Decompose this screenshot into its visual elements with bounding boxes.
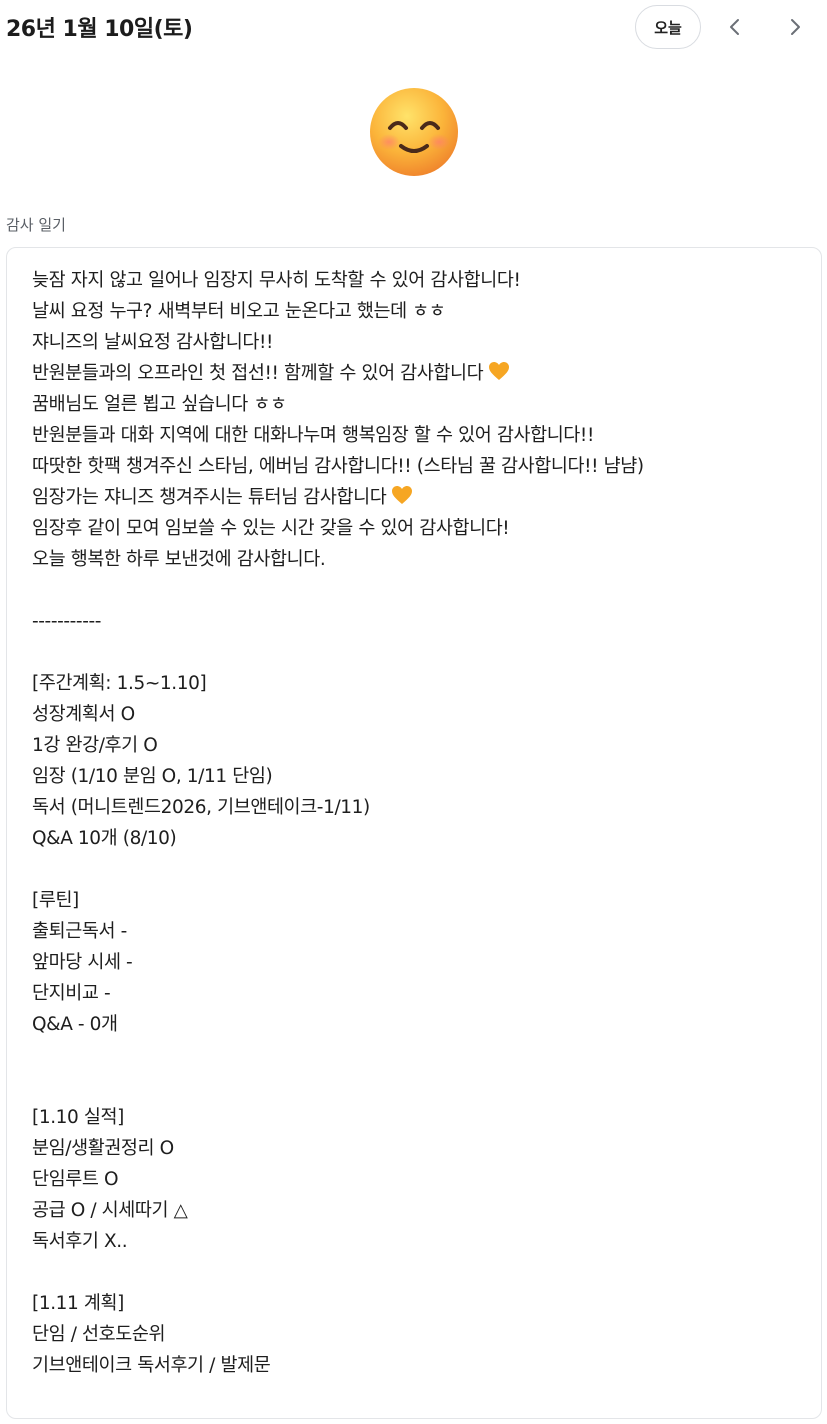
diary-line-text: Q&A - 0개 <box>32 1014 118 1035</box>
date-header: 26년 1월 10일(토) 오늘 <box>0 0 827 56</box>
orange-heart-icon <box>489 362 510 380</box>
smiling-face-icon <box>370 88 458 176</box>
chevron-right-icon <box>791 19 800 35</box>
diary-line: 앞마당 시세 - <box>32 947 811 978</box>
diary-line-text: 앞마당 시세 - <box>32 952 133 973</box>
today-button[interactable]: 오늘 <box>635 5 701 49</box>
diary-line: 임장후 같이 모여 임보쓸 수 있는 시간 갖을 수 있어 감사합니다! <box>32 513 811 544</box>
diary-line: 단임루트 O <box>32 1164 811 1195</box>
diary-line: [1.10 실적] <box>32 1102 811 1133</box>
diary-line-text: 분임/생활권정리 O <box>32 1138 174 1159</box>
mood-emoji[interactable] <box>368 86 460 178</box>
diary-line: 출퇴근독서 - <box>32 916 811 947</box>
diary-entry-box[interactable]: 늦잠 자지 않고 일어나 임장지 무사히 도착할 수 있어 감사합니다! 날씨 요… <box>6 247 822 1419</box>
next-day-button[interactable] <box>775 7 815 47</box>
diary-line: 반원분들과 대화 지역에 대한 대화나누며 행복임장 할 수 있어 감사합니다!… <box>32 420 811 451</box>
diary-line-text: 꿈배님도 얼른 뵙고 싶습니다 ㅎㅎ <box>32 394 287 415</box>
diary-line <box>32 854 811 885</box>
diary-line: 따땃한 핫팩 챙겨주신 스타님, 에버님 감사합니다!! (스타님 꿀 감사합니… <box>32 451 811 482</box>
diary-line-text: 공급 O / 시세따기 △ <box>32 1200 188 1221</box>
diary-line: 날씨 요정 누구? 새벽부터 비오고 눈온다고 했는데 ㅎㅎ <box>32 296 811 327</box>
diary-line-text: 독서 (머니트렌드2026, 기브앤테이크-1/11) <box>32 797 370 818</box>
diary-line: 기브앤테이크 독서후기 / 발제문 <box>32 1350 811 1381</box>
diary-line <box>32 1040 811 1071</box>
diary-line: Q&A 10개 (8/10) <box>32 823 811 854</box>
prev-day-button[interactable] <box>715 7 755 47</box>
diary-line <box>32 575 811 606</box>
page-title: 26년 1월 10일(토) <box>6 17 193 42</box>
diary-line: 단지비교 - <box>32 978 811 1009</box>
diary-line-text: 임장 (1/10 분임 O, 1/11 단임) <box>32 766 273 787</box>
diary-line-text: 1강 완강/후기 O <box>32 735 158 756</box>
diary-line-text: 날씨 요정 누구? 새벽부터 비오고 눈온다고 했는데 ㅎㅎ <box>32 301 446 322</box>
diary-line-text: 늦잠 자지 않고 일어나 임장지 무사히 도착할 수 있어 감사합니다! <box>32 270 521 291</box>
diary-line: [주간계획: 1.5~1.10] <box>32 668 811 699</box>
diary-line-text: 쟈니즈의 날씨요정 감사합니다!! <box>32 332 274 353</box>
diary-line-text: ----------- <box>32 611 102 632</box>
diary-line-text: 반원분들과 대화 지역에 대한 대화나누며 행복임장 할 수 있어 감사합니다!… <box>32 425 594 446</box>
diary-line-text: 단임루트 O <box>32 1169 119 1190</box>
diary-line-text: [주간계획: 1.5~1.10] <box>32 673 207 694</box>
diary-line: ----------- <box>32 606 811 637</box>
diary-line-text: 성장계획서 O <box>32 704 135 725</box>
diary-line-text: 임장가는 쟈니즈 챙겨주시는 튜터님 감사합니다 <box>32 487 387 508</box>
diary-line: 독서 (머니트렌드2026, 기브앤테이크-1/11) <box>32 792 811 823</box>
diary-line-text: 임장후 같이 모여 임보쓸 수 있는 시간 갖을 수 있어 감사합니다! <box>32 518 510 539</box>
orange-heart-icon <box>392 486 413 504</box>
diary-line-text: 단지비교 - <box>32 983 111 1004</box>
diary-line-text: 기브앤테이크 독서후기 / 발제문 <box>32 1355 271 1376</box>
diary-line: [루틴] <box>32 885 811 916</box>
diary-line: 독서후기 X.. <box>32 1226 811 1257</box>
diary-line-text: 오늘 행복한 하루 보낸것에 감사합니다. <box>32 549 326 570</box>
diary-line <box>32 1071 811 1102</box>
diary-line: [1.11 계획] <box>32 1288 811 1319</box>
diary-line: 분임/생활권정리 O <box>32 1133 811 1164</box>
diary-line-text: Q&A 10개 (8/10) <box>32 828 177 849</box>
diary-line <box>32 637 811 668</box>
diary-entry-text: 늦잠 자지 않고 일어나 임장지 무사히 도착할 수 있어 감사합니다! 날씨 요… <box>32 265 811 1381</box>
diary-line-text: 반원분들과의 오프라인 첫 접선!! 함께할 수 있어 감사합니다 <box>32 363 484 384</box>
diary-line-text: [1.11 계획] <box>32 1293 124 1314</box>
chevron-left-icon <box>730 19 739 35</box>
diary-line <box>32 1257 811 1288</box>
diary-line-text: [1.10 실적] <box>32 1107 124 1128</box>
diary-line: 늦잠 자지 않고 일어나 임장지 무사히 도착할 수 있어 감사합니다! <box>32 265 811 296</box>
diary-line: 쟈니즈의 날씨요정 감사합니다!! <box>32 327 811 358</box>
diary-line: Q&A - 0개 <box>32 1009 811 1040</box>
diary-line: 단임 / 선호도순위 <box>32 1319 811 1350</box>
diary-line-text: 독서후기 X.. <box>32 1231 128 1252</box>
diary-line: 오늘 행복한 하루 보낸것에 감사합니다. <box>32 544 811 575</box>
diary-line: 반원분들과의 오프라인 첫 접선!! 함께할 수 있어 감사합니다 <box>32 358 811 389</box>
diary-line: 1강 완강/후기 O <box>32 730 811 761</box>
diary-line-text: 따땃한 핫팩 챙겨주신 스타님, 에버님 감사합니다!! (스타님 꿀 감사합니… <box>32 456 644 477</box>
diary-line-text: 단임 / 선호도순위 <box>32 1324 166 1345</box>
diary-line: 공급 O / 시세따기 △ <box>32 1195 811 1226</box>
diary-line: 꿈배님도 얼른 뵙고 싶습니다 ㅎㅎ <box>32 389 811 420</box>
diary-line: 임장 (1/10 분임 O, 1/11 단임) <box>32 761 811 792</box>
diary-line: 성장계획서 O <box>32 699 811 730</box>
section-label: 감사 일기 <box>6 216 66 234</box>
diary-line-text: 출퇴근독서 - <box>32 921 127 942</box>
diary-line-text: [루틴] <box>32 890 79 911</box>
diary-line: 임장가는 쟈니즈 챙겨주시는 튜터님 감사합니다 <box>32 482 811 513</box>
